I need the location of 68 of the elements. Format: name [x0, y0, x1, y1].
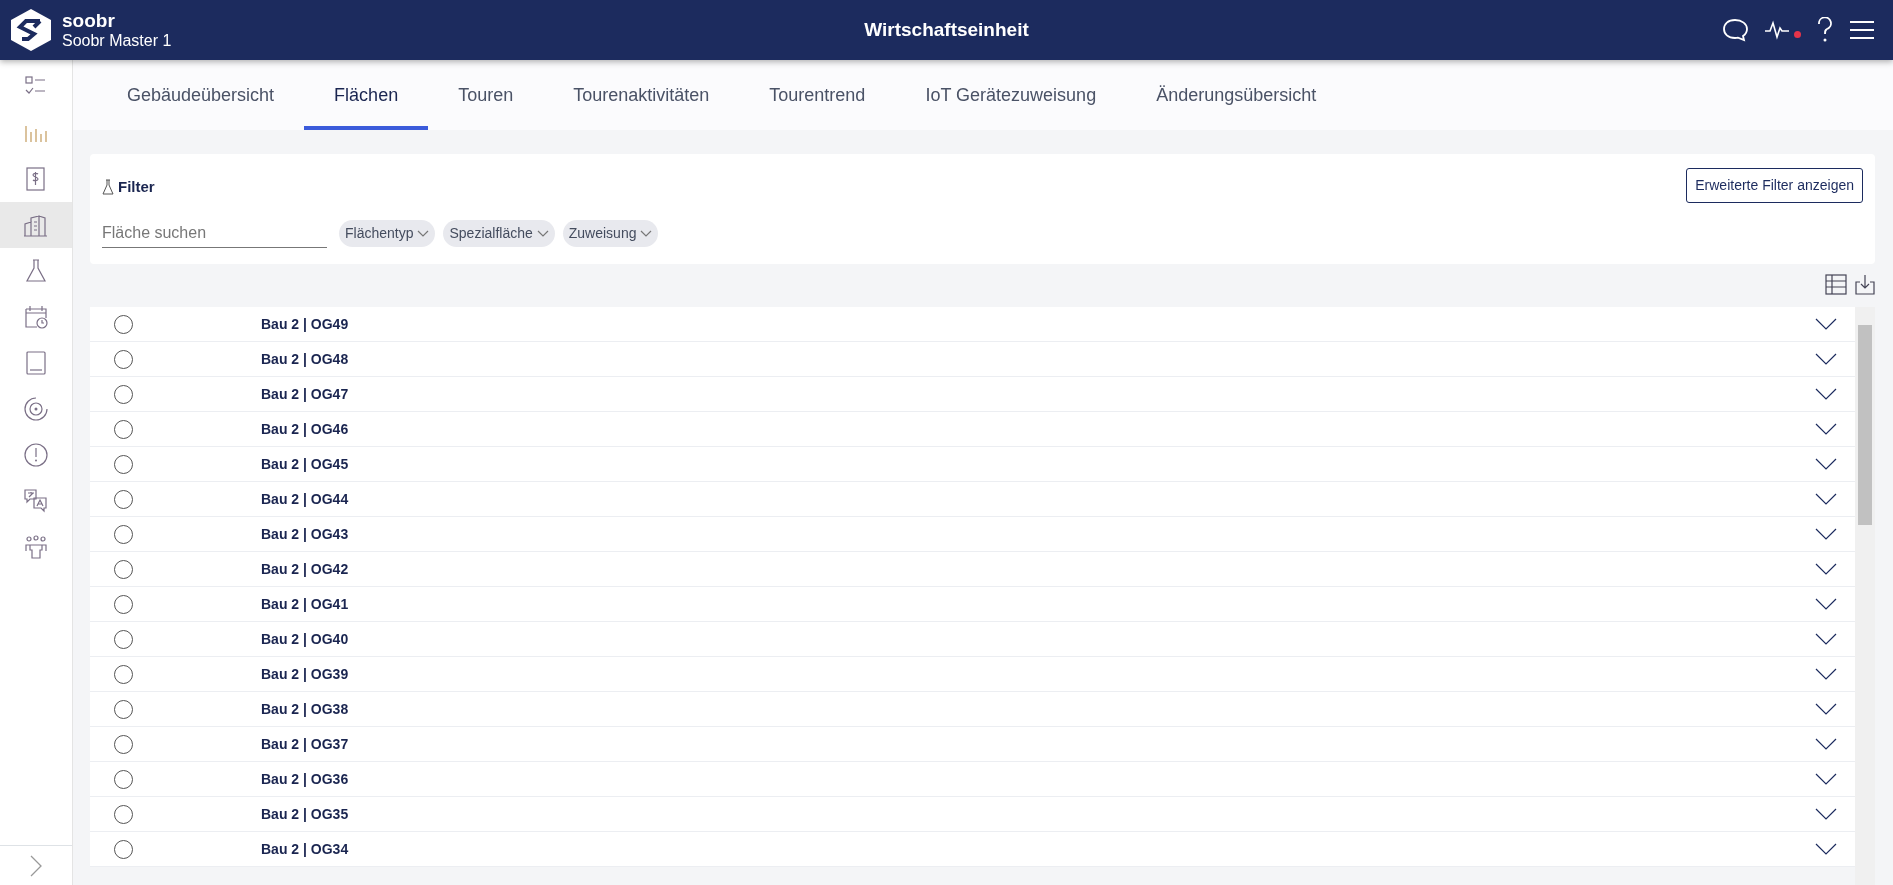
expand-chevron-icon[interactable] [1815, 493, 1837, 505]
row-label: Bau 2 | OG37 [261, 734, 349, 754]
expand-icon[interactable] [30, 854, 42, 877]
menu-icon[interactable] [1849, 20, 1875, 40]
row-label: Bau 2 | OG36 [261, 769, 349, 789]
row-label: Bau 2 | OG44 [261, 489, 349, 509]
tab[interactable]: Änderungsübersicht [1126, 60, 1347, 130]
calendar-icon[interactable] [23, 304, 49, 330]
scrollbar-thumb[interactable] [1858, 325, 1872, 525]
table-icon[interactable] [1825, 274, 1847, 295]
chevron-down-icon [536, 229, 549, 238]
filter-dropdown[interactable]: Spezialfläche [443, 220, 555, 247]
advanced-filter-button[interactable]: Erweiterte Filter anzeigen [1686, 168, 1863, 203]
expand-chevron-icon[interactable] [1815, 703, 1837, 715]
flask-icon[interactable] [23, 258, 49, 284]
workspace-name: Soobr Master 1 [62, 31, 172, 50]
row-label: Bau 2 | OG48 [261, 349, 349, 369]
expand-chevron-icon[interactable] [1815, 388, 1837, 400]
expand-chevron-icon[interactable] [1815, 563, 1837, 575]
expand-chevron-icon[interactable] [1815, 843, 1837, 855]
expand-chevron-icon[interactable] [1815, 318, 1837, 330]
search-field[interactable]: Fläche suchen [102, 219, 327, 248]
row-label: Bau 2 | OG42 [261, 559, 349, 579]
tab[interactable]: Tourenaktivitäten [543, 60, 740, 130]
expand-chevron-icon[interactable] [1815, 668, 1837, 680]
flask-icon [102, 179, 114, 196]
tab[interactable]: Flächen [304, 60, 429, 130]
alert-icon[interactable] [23, 442, 49, 468]
tab[interactable]: Touren [428, 60, 544, 130]
row-label: Bau 2 | OG46 [261, 419, 349, 439]
row-label: Bau 2 | OG41 [261, 594, 349, 614]
row-label: Bau 2 | OG45 [261, 454, 349, 474]
expand-chevron-icon[interactable] [1815, 773, 1837, 785]
filter-title: Filter [118, 177, 155, 197]
tab[interactable]: IoT Gerätezuweisung [895, 60, 1127, 130]
filter-dropdown[interactable]: Zuweisung [562, 220, 659, 247]
row-label: Bau 2 | OG38 [261, 699, 349, 719]
activity-icon[interactable] [1764, 20, 1801, 40]
expand-chevron-icon[interactable] [1815, 808, 1837, 820]
translate-icon[interactable] [23, 488, 49, 514]
filter-dropdown[interactable]: Flächentyp [339, 220, 436, 247]
expand-chevron-icon[interactable] [1815, 633, 1837, 645]
tab[interactable]: Gebäudeübersicht [97, 60, 305, 130]
expand-chevron-icon[interactable] [1815, 423, 1837, 435]
download-icon[interactable] [1855, 274, 1875, 295]
row-label: Bau 2 | OG40 [261, 629, 349, 649]
chevron-down-icon [417, 229, 430, 238]
expand-chevron-icon[interactable] [1815, 528, 1837, 540]
chat-icon[interactable] [1722, 18, 1748, 42]
expand-chevron-icon[interactable] [1815, 353, 1837, 365]
tab[interactable]: Tourentrend [739, 60, 896, 130]
help-icon[interactable] [1817, 17, 1833, 43]
row-label: Bau 2 | OG43 [261, 524, 349, 544]
row-label: Bau 2 | OG34 [261, 839, 349, 859]
people-icon[interactable] [23, 534, 49, 560]
target-icon[interactable] [23, 396, 49, 422]
row-label: Bau 2 | OG49 [261, 314, 349, 334]
row-label: Bau 2 | OG47 [261, 384, 349, 404]
expand-chevron-icon[interactable] [1815, 598, 1837, 610]
brand-name: soobr [62, 10, 116, 32]
page-title: Wirtschaftseinheit [864, 18, 1029, 40]
chevron-down-icon [640, 229, 653, 238]
expand-chevron-icon[interactable] [1815, 458, 1837, 470]
logo-icon [8, 7, 54, 53]
row-label: Bau 2 | OG39 [261, 664, 349, 684]
expand-chevron-icon[interactable] [1815, 738, 1837, 750]
row-label: Bau 2 | OG35 [261, 804, 349, 824]
buildings-icon[interactable] [23, 212, 49, 238]
